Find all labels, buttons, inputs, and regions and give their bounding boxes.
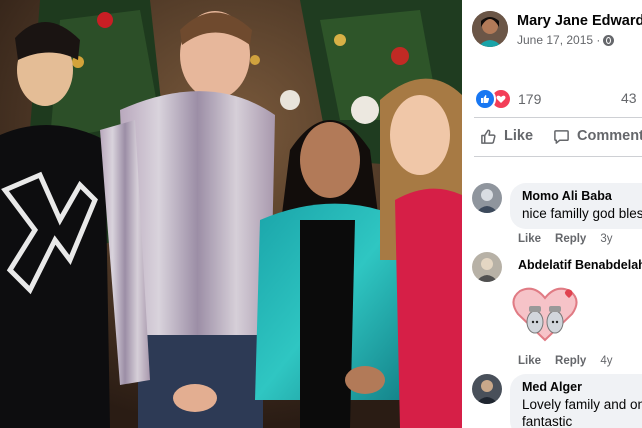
commenter-name[interactable]: Momo Ali Baba <box>522 189 642 203</box>
photo-image <box>0 0 462 428</box>
heart-sticker-icon <box>510 284 580 344</box>
comment-count[interactable]: 43 <box>621 90 637 106</box>
comment-bubble: Med Alger Lovely family and on fantastic <box>510 374 642 428</box>
comment-reply-button[interactable]: Reply <box>555 355 586 367</box>
comment-like-button[interactable]: Like <box>518 355 541 367</box>
divider <box>474 117 642 118</box>
comment-text: nice familly god bless <box>522 206 642 221</box>
comment-actions: Like Reply 4y <box>518 355 613 367</box>
comment-reply-button[interactable]: Reply <box>555 233 586 245</box>
commenter-avatar[interactable] <box>472 374 502 404</box>
comment-text: Lovely family and on <box>522 397 642 412</box>
author-name[interactable]: Mary Jane Edwards <box>517 13 642 29</box>
post-meta: June 17, 2015 · <box>517 33 615 47</box>
commenter-name[interactable]: Abdelatif Benabdelah <box>518 258 642 272</box>
post-photo[interactable] <box>0 0 462 428</box>
commenter-name[interactable]: Med Alger <box>522 380 642 394</box>
comment-like-button[interactable]: Like <box>518 233 541 245</box>
post-header: Mary Jane Edwards June 17, 2015 · <box>472 11 642 47</box>
comment-text-continued: fantastic <box>522 414 573 428</box>
divider <box>474 156 642 157</box>
post-details-panel: Mary Jane Edwards June 17, 2015 · 179 43… <box>462 0 642 428</box>
post-date[interactable]: June 17, 2015 · <box>517 33 600 47</box>
commenter-avatar[interactable] <box>472 252 502 282</box>
comment-bubble: Momo Ali Baba nice familly god bless <box>510 183 642 229</box>
comment-time[interactable]: 3y <box>600 233 612 245</box>
comment-button[interactable]: Comment <box>553 128 642 145</box>
thumbs-up-icon <box>481 129 496 144</box>
globe-icon <box>603 34 615 46</box>
author-avatar[interactable] <box>472 11 508 47</box>
reactions-summary[interactable]: 179 <box>474 88 541 110</box>
like-label: Like <box>504 128 534 144</box>
comment-label: Comment <box>577 128 642 144</box>
like-reaction-icon <box>474 88 496 110</box>
like-button[interactable]: Like <box>480 128 533 145</box>
comment-actions: Like Reply 3y <box>518 233 613 245</box>
post-actions: Like Comment <box>480 124 642 148</box>
comment-time[interactable]: 4y <box>600 355 612 367</box>
reaction-count: 179 <box>518 91 542 107</box>
comment-bubble-icon <box>554 129 569 144</box>
commenter-avatar[interactable] <box>472 183 502 213</box>
